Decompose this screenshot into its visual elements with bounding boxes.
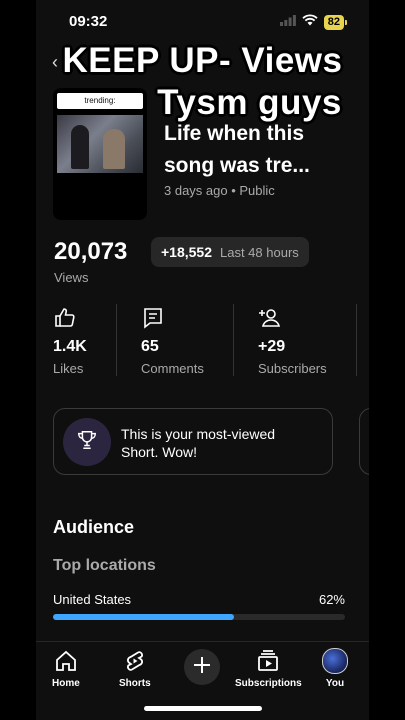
views-period: Last 48 hours bbox=[220, 244, 299, 260]
video-meta: 3 days ago • Public bbox=[164, 183, 275, 198]
comments-value: 65 bbox=[141, 338, 159, 355]
plus-icon bbox=[192, 655, 212, 680]
trophy-icon bbox=[76, 429, 98, 456]
top-locations-heading: Top locations bbox=[53, 557, 156, 574]
nav-home-label: Home bbox=[52, 678, 80, 689]
trophy-badge bbox=[63, 418, 111, 466]
achievement-line-1: This is your most-viewed bbox=[121, 426, 276, 442]
signal-icon bbox=[279, 13, 296, 31]
stat-likes: 1.4K Likes bbox=[53, 306, 87, 376]
status-time: 09:32 bbox=[69, 13, 108, 30]
views-label: Views bbox=[54, 270, 89, 285]
create-button[interactable] bbox=[184, 649, 220, 685]
status-icons: 82 bbox=[279, 13, 347, 31]
home-indicator bbox=[144, 706, 262, 711]
nav-home[interactable]: Home bbox=[52, 648, 80, 689]
achievement-text: This is your most-viewed Short. Wow! bbox=[121, 425, 321, 461]
stat-divider bbox=[233, 304, 234, 376]
comments-label: Comments bbox=[141, 361, 204, 376]
nav-subscriptions-label: Subscriptions bbox=[235, 678, 302, 689]
achievement-line-2: Short. Wow! bbox=[121, 444, 197, 460]
audience-heading: Audience bbox=[53, 517, 135, 537]
views-count: 20,073 bbox=[54, 238, 128, 265]
nav-you[interactable]: You bbox=[322, 648, 348, 689]
views-delta: +18,552 bbox=[161, 244, 212, 260]
stat-divider bbox=[356, 304, 357, 376]
stat-comments: 65 Comments bbox=[141, 306, 204, 376]
shorts-icon bbox=[119, 648, 151, 674]
nav-you-label: You bbox=[325, 678, 345, 689]
overlay-line-1: KEEP UP- Views bbox=[62, 41, 343, 80]
battery-indicator: 82 bbox=[323, 14, 344, 30]
nav-shorts-label: Shorts bbox=[119, 678, 151, 689]
location-percent: 62% bbox=[318, 592, 345, 607]
video-title: Life when this song was tre... bbox=[164, 118, 364, 182]
wifi-icon bbox=[302, 13, 318, 31]
next-achievement-card[interactable] bbox=[359, 408, 369, 475]
likes-label: Likes bbox=[53, 361, 84, 376]
views-change-chip: +18,552 Last 48 hours bbox=[151, 237, 309, 267]
subscribers-value: +29 bbox=[258, 338, 286, 355]
subscriptions-icon bbox=[235, 648, 302, 674]
location-bar bbox=[53, 614, 345, 620]
stat-divider bbox=[116, 304, 117, 376]
nav-shorts[interactable]: Shorts bbox=[119, 648, 151, 689]
location-name: United States bbox=[53, 592, 132, 607]
nav-subscriptions[interactable]: Subscriptions bbox=[235, 648, 302, 689]
video-title-line-2: song was tre... bbox=[164, 154, 310, 177]
comment-icon bbox=[141, 306, 204, 330]
battery-tip bbox=[345, 19, 347, 25]
thumbs-up-icon bbox=[53, 306, 87, 330]
subscribers-label: Subscribers bbox=[258, 361, 327, 376]
avatar bbox=[322, 648, 348, 674]
overlay-caption: KEEP UP- Views Tysm guys bbox=[0, 40, 405, 124]
location-bar-fill bbox=[53, 614, 235, 620]
achievement-card[interactable]: This is your most-viewed Short. Wow! bbox=[53, 408, 333, 475]
likes-value: 1.4K bbox=[53, 338, 87, 355]
overlay-line-2: Tysm guys bbox=[157, 83, 342, 122]
home-icon bbox=[52, 648, 80, 674]
stat-subscribers: +29 Subscribers bbox=[258, 306, 327, 376]
add-person-icon bbox=[258, 306, 327, 330]
